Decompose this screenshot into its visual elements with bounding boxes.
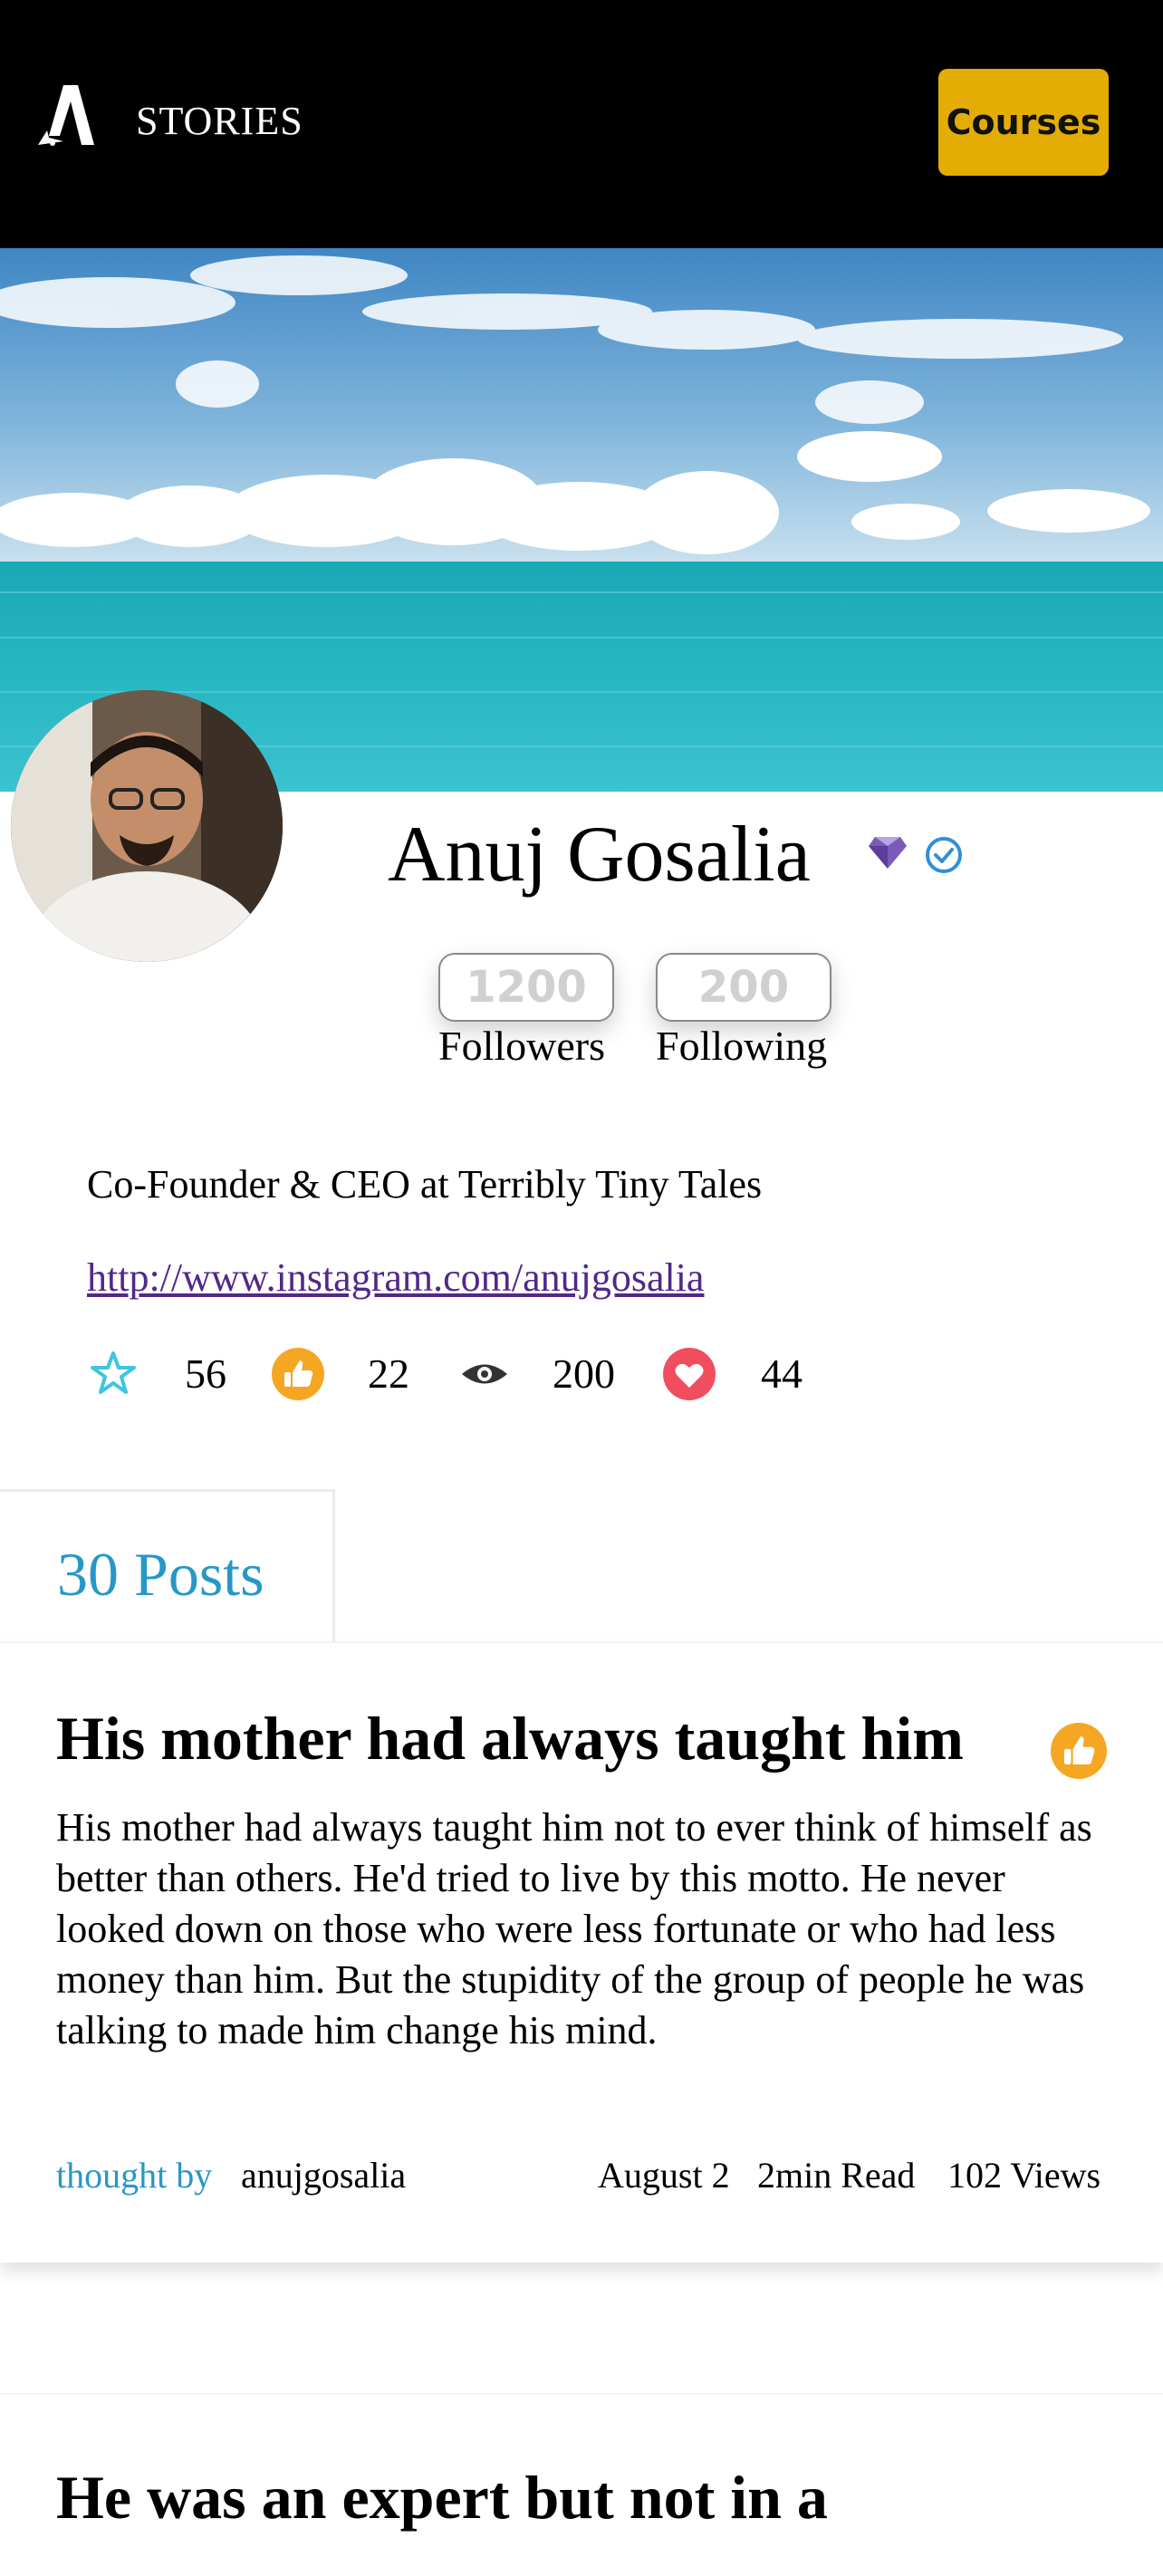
likes-count: 22 bbox=[368, 1350, 409, 1397]
followers-label: Followers bbox=[438, 1023, 605, 1069]
heart-icon bbox=[663, 1348, 716, 1400]
posts-tab-label: 30 Posts bbox=[57, 1540, 264, 1609]
stars-count: 56 bbox=[185, 1350, 226, 1397]
following-label: Following bbox=[656, 1023, 828, 1069]
views-count: 200 bbox=[553, 1350, 615, 1397]
profile-name: Anuj Gosalia bbox=[388, 811, 811, 899]
tab-posts[interactable]: 30 Posts bbox=[0, 1489, 335, 1646]
hearts-count: 44 bbox=[761, 1350, 803, 1397]
thumbs-up-icon[interactable] bbox=[1051, 1723, 1107, 1779]
thumbs-up-icon bbox=[272, 1348, 324, 1400]
brand-name[interactable]: STORIES bbox=[136, 98, 303, 144]
followers-count[interactable]: 1200 bbox=[438, 953, 614, 1022]
post-card[interactable]: He was an expert but not in a bbox=[0, 2393, 1163, 2576]
thought-by-label: thought by bbox=[56, 2155, 213, 2196]
post-date: August 2 bbox=[598, 2155, 730, 2196]
post-read-time: 2min Read bbox=[757, 2155, 916, 2196]
verified-icon bbox=[924, 835, 964, 875]
logo-icon[interactable] bbox=[36, 83, 96, 147]
following-count[interactable]: 200 bbox=[656, 953, 831, 1022]
post-author[interactable]: anujgosalia bbox=[241, 2154, 406, 2196]
profile-link[interactable]: http://www.instagram.com/anujgosalia bbox=[87, 1254, 704, 1301]
profile-bio: Co-Founder & CEO at Terribly Tiny Tales bbox=[87, 1162, 763, 1206]
post-views: 102 Views bbox=[947, 2155, 1101, 2196]
top-bar: STORIES Courses bbox=[0, 0, 1163, 248]
eye-icon bbox=[458, 1348, 511, 1400]
diamond-icon bbox=[868, 835, 908, 870]
avatar[interactable] bbox=[11, 690, 283, 962]
post-card[interactable]: His mother had always taught him His mot… bbox=[0, 1641, 1163, 2263]
courses-button[interactable]: Courses bbox=[938, 69, 1109, 176]
post-title[interactable]: He was an expert but not in a bbox=[56, 2462, 828, 2533]
star-icon bbox=[87, 1348, 139, 1400]
post-body: His mother had always taught him not to … bbox=[56, 1805, 1092, 2052]
post-title[interactable]: His mother had always taught him bbox=[56, 1703, 964, 1774]
